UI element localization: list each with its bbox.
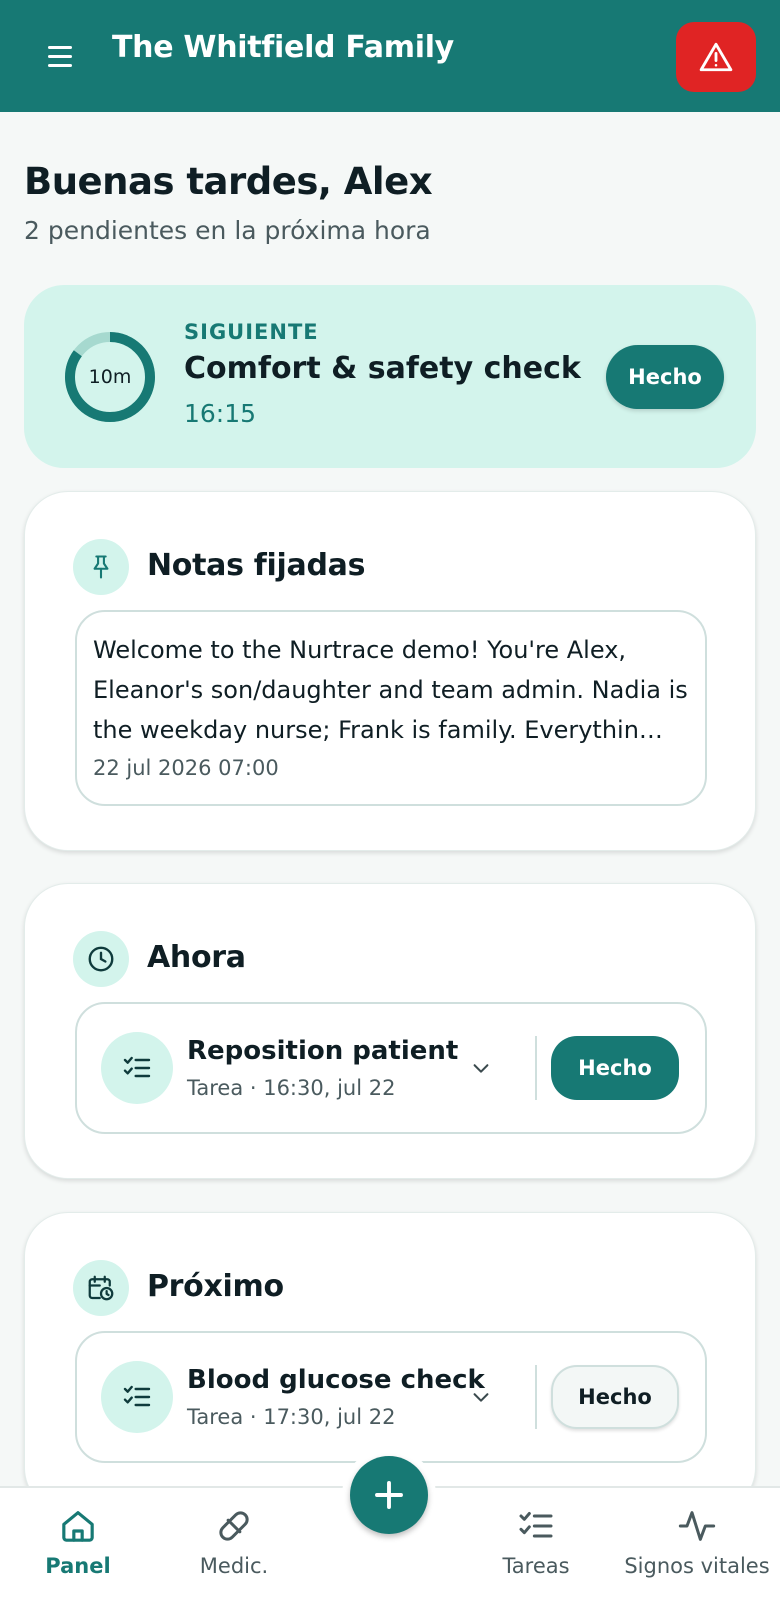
nav-tasks-label: Tareas: [502, 1554, 570, 1578]
menu-line: [48, 45, 72, 49]
nav-vitals-label: Signos vitales: [624, 1554, 770, 1578]
plus-icon: [375, 1481, 403, 1509]
next-task-card: 10m SIGUIENTE Comfort & safety check 16:…: [24, 285, 756, 468]
top-app-bar: The Whitfield Family: [0, 0, 780, 112]
task-item[interactable]: Reposition patient Tarea · 16:30, jul 22…: [75, 1002, 707, 1134]
pinned-note[interactable]: Welcome to the Nurtrace demo! You're Ale…: [75, 610, 707, 806]
checklist-icon: [519, 1512, 553, 1538]
next-task-done-button[interactable]: Hecho: [606, 345, 724, 409]
page-title: Buenas tardes, Alex: [24, 160, 433, 203]
note-date: 22 jul 2026 07:00: [93, 756, 279, 780]
next-task-title: Comfort & safety check: [184, 351, 581, 386]
activity-pulse-icon: [678, 1511, 716, 1541]
pill-icon: [219, 1511, 249, 1541]
task-item[interactable]: Blood glucose check Tarea · 17:30, jul 2…: [75, 1331, 707, 1463]
pinned-notes-card: Notas fijadas Welcome to the Nurtrace de…: [24, 491, 756, 851]
warning-triangle-icon: [699, 42, 733, 72]
now-card: Ahora Reposition patient Tarea · 16:30, …: [24, 883, 756, 1179]
pinned-notes-title: Notas fijadas: [147, 548, 366, 583]
divider: [535, 1036, 537, 1100]
task-name: Reposition patient: [187, 1036, 459, 1066]
nav-tasks[interactable]: Tareas: [458, 1488, 614, 1600]
nav-vitals[interactable]: Signos vitales: [614, 1488, 780, 1600]
task-meta: Tarea · 16:30, jul 22: [187, 1076, 396, 1100]
task-meta: Tarea · 17:30, jul 22: [187, 1405, 396, 1429]
menu-line: [48, 54, 72, 58]
add-button[interactable]: [350, 1456, 428, 1534]
calendar-clock-icon: [73, 1260, 129, 1316]
next-kicker: SIGUIENTE: [184, 320, 319, 344]
chevron-down-icon[interactable]: [465, 1381, 497, 1413]
checklist-icon: [101, 1361, 173, 1433]
hamburger-menu-icon[interactable]: [40, 38, 80, 74]
app-title: The Whitfield Family: [112, 30, 454, 65]
nav-medications[interactable]: Medic.: [156, 1488, 312, 1600]
nav-panel-label: Panel: [45, 1554, 111, 1578]
next-task-time: 16:15: [184, 399, 257, 428]
pending-summary: 2 pendientes en la próxima hora: [24, 216, 431, 245]
checklist-icon: [101, 1032, 173, 1104]
nav-panel[interactable]: Panel: [0, 1488, 156, 1600]
chevron-down-icon[interactable]: [465, 1052, 497, 1084]
upcoming-title: Próximo: [147, 1269, 284, 1304]
note-text: Welcome to the Nurtrace demo! You're Ale…: [93, 636, 688, 744]
task-name: Blood glucose check: [187, 1365, 485, 1395]
home-icon: [62, 1511, 94, 1542]
clock-icon: [73, 931, 129, 987]
emergency-alert-button[interactable]: [676, 22, 756, 92]
pin-icon: [73, 539, 129, 595]
task-done-button[interactable]: Hecho: [551, 1036, 679, 1100]
divider: [535, 1365, 537, 1429]
menu-line: [48, 63, 72, 67]
task-done-button[interactable]: Hecho: [551, 1365, 679, 1429]
now-title: Ahora: [147, 940, 246, 975]
nav-medications-label: Medic.: [199, 1554, 269, 1578]
countdown-label: 10m: [88, 366, 132, 388]
